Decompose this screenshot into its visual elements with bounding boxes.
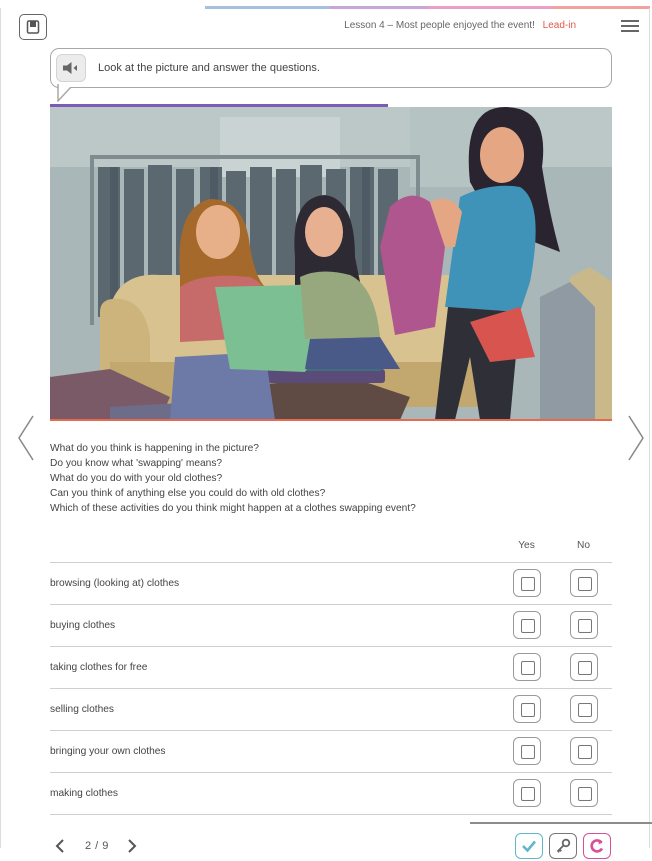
clothes-swapping-illustration [50,107,612,420]
table-row: selling clothes [50,688,612,731]
yes-checkbox[interactable] [512,779,541,807]
hamburger-menu-icon[interactable] [621,20,639,32]
table-row: making clothes [50,772,612,815]
chevron-left-icon [55,839,64,853]
no-checkbox[interactable] [569,737,598,765]
activities-table: Yes No browsing (looking at) clothes buy… [50,540,612,815]
no-checkbox[interactable] [569,695,598,723]
no-checkbox[interactable] [569,653,598,681]
chevron-right-icon[interactable] [626,414,646,462]
discussion-questions: What do you think is happening in the pi… [50,441,416,516]
activity-label: bringing your own clothes [50,730,498,773]
section-label[interactable]: Lead-in [543,20,576,31]
activity-label: making clothes [50,772,498,815]
no-checkbox[interactable] [569,779,598,807]
speaker-icon [63,62,77,74]
top-progress-line [205,6,650,9]
yes-checkbox[interactable] [512,569,541,597]
checkmark-icon [522,840,536,853]
yes-checkbox[interactable] [512,737,541,765]
table-header-row: Yes No [50,540,612,563]
pager: 2 / 9 [52,838,140,854]
reset-icon [590,839,604,853]
check-answers-button[interactable] [515,833,543,859]
audio-button[interactable] [56,54,86,82]
question-line: What do you think is happening in the pi… [50,443,259,454]
key-icon [556,838,571,853]
activity-label: taking clothes for free [50,646,498,689]
book-button[interactable] [19,14,47,40]
question-line: What do you do with your old clothes? [50,473,223,484]
footer-divider [470,822,652,824]
yes-checkbox[interactable] [512,695,541,723]
no-column-header: No [555,540,612,563]
next-page-button[interactable] [124,838,140,854]
frame-border-right [649,8,650,848]
yes-column-header: Yes [498,540,555,563]
yes-checkbox[interactable] [512,653,541,681]
yes-checkbox[interactable] [512,611,541,639]
no-checkbox[interactable] [569,569,598,597]
no-checkbox[interactable] [569,611,598,639]
image-bottom-accent [50,419,612,421]
activity-label: browsing (looking at) clothes [50,562,498,605]
reset-button[interactable] [583,833,611,859]
chevron-right-icon [128,839,137,853]
question-line: Which of these activities do you think m… [50,503,416,514]
table-row: buying clothes [50,604,612,647]
instruction-bubble: Look at the picture and answer the quest… [50,48,612,88]
page-indicator: 2 / 9 [85,840,109,852]
lesson-header: Lesson 4 – Most people enjoyed the event… [344,20,576,31]
table-row: taking clothes for free [50,646,612,689]
book-icon [26,20,40,34]
speech-bubble-tail [57,84,76,102]
prev-page-button[interactable] [52,838,68,854]
question-line: Do you know what 'swapping' means? [50,458,223,469]
show-answers-button[interactable] [549,833,577,859]
lesson-title: Lesson 4 – Most people enjoyed the event… [344,20,535,31]
instruction-text: Look at the picture and answer the quest… [98,62,320,74]
activity-label: selling clothes [50,688,498,731]
table-row: browsing (looking at) clothes [50,562,612,605]
question-line: Can you think of anything else you could… [50,488,326,499]
activity-label: buying clothes [50,604,498,647]
table-row: bringing your own clothes [50,730,612,773]
activity-header [50,540,498,563]
chevron-left-icon[interactable] [16,414,36,462]
frame-border-left [0,8,1,848]
